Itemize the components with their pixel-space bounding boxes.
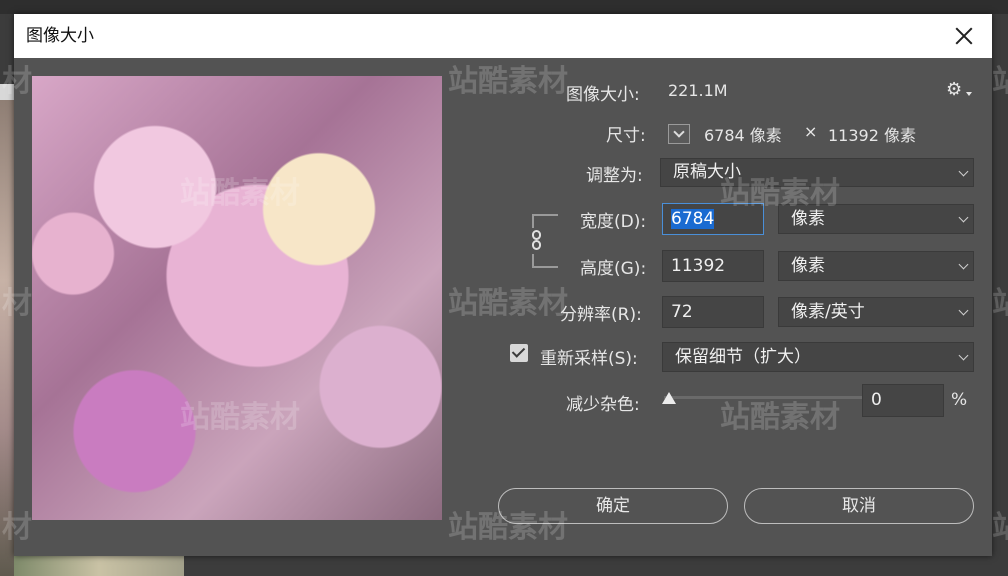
noise-slider-track[interactable]: [664, 396, 864, 399]
dialog-title: 图像大小: [26, 26, 94, 46]
chain-link-icon[interactable]: [526, 228, 548, 254]
app-top-bar: [0, 0, 1008, 14]
image-size-dialog: 图像大小 图像大小: 221.1M ⚙ 尺寸: 6784 像素 × 11392 …: [14, 14, 992, 556]
chevron-down-icon: [958, 350, 969, 361]
canvas-ruler-label: [0, 84, 14, 100]
dimensions-label: 尺寸:: [606, 126, 646, 146]
chevron-down-icon: [958, 166, 969, 176]
height-input[interactable]: 11392: [662, 250, 764, 282]
noise-value: 0: [871, 390, 882, 410]
image-preview[interactable]: [32, 76, 442, 520]
ok-button[interactable]: 确定: [498, 488, 728, 524]
chevron-down-icon: [966, 92, 972, 96]
height-unit-select[interactable]: 像素: [778, 251, 974, 281]
noise-input[interactable]: 0: [862, 384, 944, 417]
canvas-image-edge: [0, 84, 14, 576]
resample-checkbox[interactable]: [510, 344, 528, 362]
resample-value: 保留细节（扩大）: [675, 347, 811, 367]
resample-label: 重新采样(S):: [540, 349, 638, 369]
resolution-unit: 像素/英寸: [791, 302, 865, 322]
height-label: 高度(G):: [580, 259, 647, 279]
dimensions-width: 6784 像素: [704, 126, 782, 145]
image-size-label: 图像大小:: [566, 85, 640, 105]
height-value: 11392: [671, 256, 726, 276]
close-icon[interactable]: [952, 24, 976, 48]
resolution-unit-select[interactable]: 像素/英寸: [778, 297, 974, 327]
dimensions-height: 11392 像素: [828, 126, 916, 145]
fit-to-select[interactable]: 原稿大小: [660, 158, 974, 187]
chevron-down-icon: [958, 305, 969, 316]
resolution-input[interactable]: 72: [662, 296, 764, 328]
dimensions-times: ×: [804, 122, 818, 141]
resolution-value: 72: [671, 302, 693, 322]
dialog-titlebar: 图像大小: [14, 14, 992, 58]
noise-label: 减少杂色:: [566, 395, 640, 415]
chevron-down-icon: [958, 212, 969, 223]
width-value: 6784: [671, 209, 715, 229]
fit-to-value: 原稿大小: [673, 162, 741, 182]
width-input[interactable]: 6784: [662, 203, 764, 235]
fit-to-label: 调整为:: [586, 166, 643, 186]
resample-select[interactable]: 保留细节（扩大）: [662, 342, 974, 372]
resolution-label: 分辨率(R):: [560, 305, 642, 325]
chevron-down-icon: [958, 259, 969, 270]
gear-icon[interactable]: ⚙: [946, 80, 968, 100]
width-unit: 像素: [791, 209, 825, 229]
width-unit-select[interactable]: 像素: [778, 204, 974, 234]
noise-unit: %: [951, 390, 968, 410]
noise-slider-thumb[interactable]: [662, 392, 676, 404]
dimensions-dropdown-button[interactable]: [668, 124, 690, 144]
width-label: 宽度(D):: [580, 212, 647, 232]
cancel-button[interactable]: 取消: [744, 488, 974, 524]
image-size-value: 221.1M: [668, 81, 728, 100]
canvas-image-bottom: [14, 556, 184, 576]
height-unit: 像素: [791, 256, 825, 276]
